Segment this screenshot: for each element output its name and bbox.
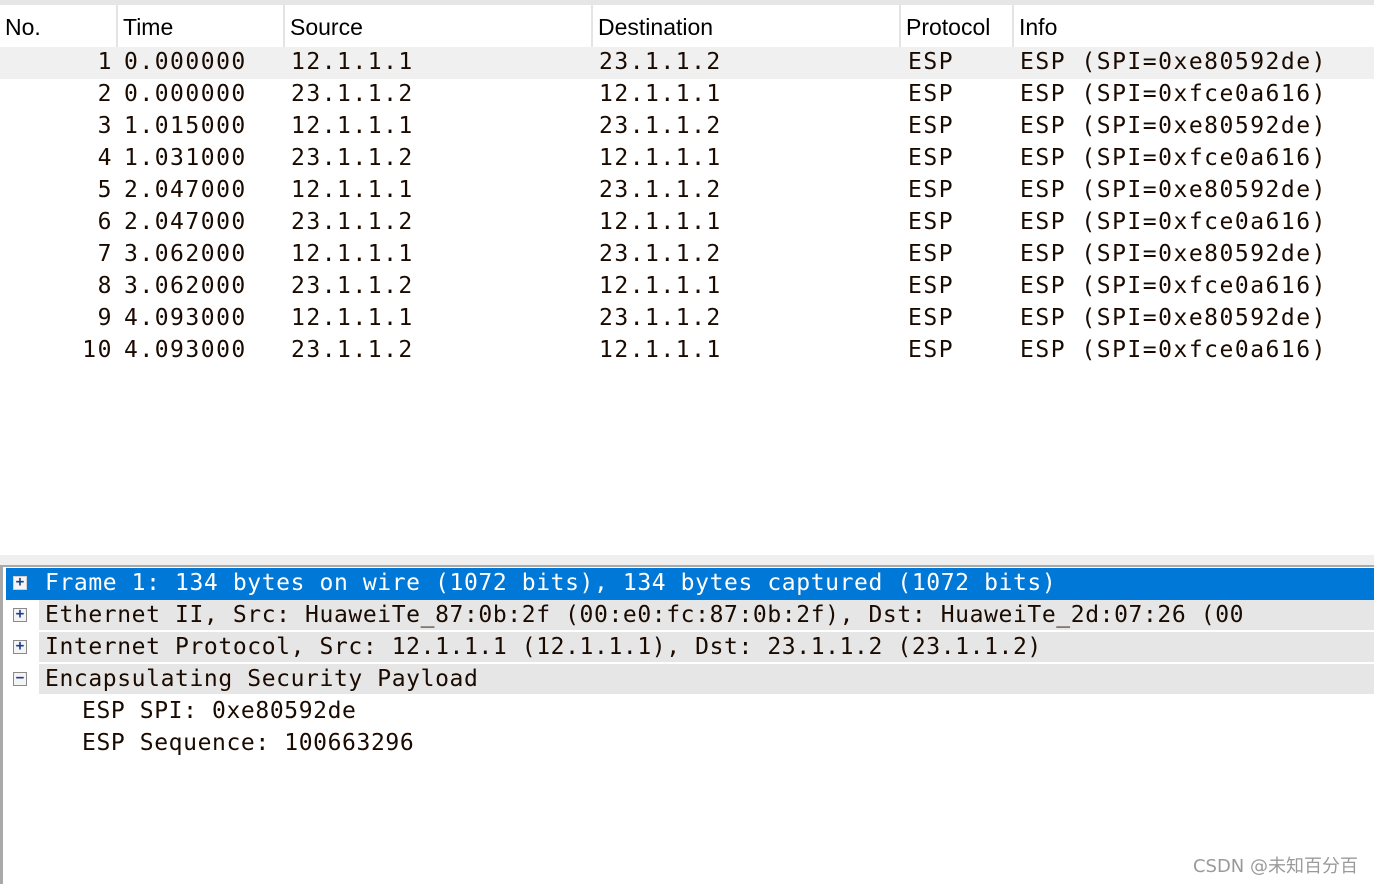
packet-time: 3.062000 [124,273,247,299]
packet-source: 23.1.1.2 [291,337,414,363]
packet-time: 1.015000 [124,113,247,139]
packet-time: 1.031000 [124,145,247,171]
packet-info: ESP (SPI=0xfce0a616) [1020,273,1327,299]
packet-row[interactable]: 4 1.031000 23.1.1.2 12.1.1.1 ESP ESP (SPI=0xf… [0,143,1374,175]
column-header-destination[interactable]: Destination [593,5,901,47]
column-header-protocol[interactable]: Protocol [901,5,1014,47]
packet-row[interactable]: 7 3.062000 12.1.1.1 23.1.1.2 ESP ESP (SPI=0xe… [0,239,1374,271]
packet-destination: 23.1.1.2 [599,305,722,331]
packet-destination: 23.1.1.2 [599,113,722,139]
watermark: CSDN @未知百分百 [1192,856,1358,877]
column-header-no[interactable]: No. [0,5,118,47]
column-header-source[interactable]: Source [285,5,593,47]
detail-label: ESP Sequence: 100663296 [82,730,415,756]
packet-row[interactable]: 5 2.047000 12.1.1.1 23.1.1.2 ESP ESP (SPI=0xe… [0,175,1374,207]
expand-icon[interactable]: + [13,575,27,590]
packet-destination: 12.1.1.1 [599,145,722,171]
packet-destination: 12.1.1.1 [599,209,722,235]
packet-destination: 12.1.1.1 [599,273,722,299]
packet-info: ESP (SPI=0xe80592de) [1020,305,1327,331]
detail-tree-node[interactable]: + Ethernet II, Src: HuaweiTe_87:0b:2f (00… [6,600,1374,632]
packet-info: ESP (SPI=0xe80592de) [1020,177,1327,203]
packet-row[interactable]: 2 0.000000 23.1.1.2 12.1.1.1 ESP ESP (SPI=0xf… [0,79,1374,111]
packet-number: 10 [82,337,113,363]
packet-row[interactable]: 1 0.000000 12.1.1.1 23.1.1.2 ESP ESP (SPI=0xe… [0,47,1374,79]
packet-number: 9 [97,305,113,331]
packet-source: 12.1.1.1 [291,113,414,139]
packet-number: 3 [97,113,113,139]
packet-number: 5 [97,177,113,203]
packet-number: 1 [97,49,113,75]
packet-list-header: No. Time Source Destination Protocol Inf… [0,5,1374,47]
packet-list-pane: No. Time Source Destination Protocol Inf… [0,5,1374,555]
packet-info: ESP (SPI=0xfce0a616) [1020,81,1327,107]
packet-row[interactable]: 6 2.047000 23.1.1.2 12.1.1.1 ESP ESP (SPI=0xf… [0,207,1374,239]
packet-row[interactable]: 9 4.093000 12.1.1.1 23.1.1.2 ESP ESP (SPI=0xe… [0,303,1374,335]
packet-source: 12.1.1.1 [291,49,414,75]
packet-details-pane: + Frame 1: 134 bytes on wire (1072 bits),… [0,567,1374,884]
packet-time: 4.093000 [124,305,247,331]
packet-time: 3.062000 [124,241,247,267]
packet-number: 2 [97,81,113,107]
detail-label: Encapsulating Security Payload [39,664,1374,694]
column-header-time[interactable]: Time [118,5,285,47]
packet-destination: 23.1.1.2 [599,49,722,75]
packet-row[interactable]: 3 1.015000 12.1.1.1 23.1.1.2 ESP ESP (SPI=0xe… [0,111,1374,143]
packet-destination: 23.1.1.2 [599,241,722,267]
packet-number: 8 [97,273,113,299]
expand-icon[interactable]: + [13,639,27,654]
packet-destination: 23.1.1.2 [599,177,722,203]
detail-label: Frame 1: 134 bytes on wire (1072 bits), … [39,568,1374,598]
detail-field[interactable]: ESP Sequence: 100663296 [6,728,1374,760]
packet-protocol: ESP [908,241,955,267]
detail-tree-node[interactable]: + Internet Protocol, Src: 12.1.1.1 (12.1.… [6,632,1374,664]
detail-tree-node[interactable]: + Frame 1: 134 bytes on wire (1072 bits),… [6,568,1374,600]
detail-label: Internet Protocol, Src: 12.1.1.1 (12.1.1… [39,632,1374,662]
packet-protocol: ESP [908,273,955,299]
packet-source: 12.1.1.1 [291,241,414,267]
packet-row[interactable]: 8 3.062000 23.1.1.2 12.1.1.1 ESP ESP (SPI=0xf… [0,271,1374,303]
expand-icon[interactable]: + [13,607,27,622]
packet-source: 23.1.1.2 [291,145,414,171]
packet-number: 4 [97,145,113,171]
pane-splitter[interactable] [0,555,1374,567]
packet-time: 4.093000 [124,337,247,363]
packet-info: ESP (SPI=0xfce0a616) [1020,337,1327,363]
packet-protocol: ESP [908,177,955,203]
packet-source: 12.1.1.1 [291,177,414,203]
packet-info: ESP (SPI=0xfce0a616) [1020,145,1327,171]
packet-protocol: ESP [908,113,955,139]
detail-label: Ethernet II, Src: HuaweiTe_87:0b:2f (00:… [39,600,1374,630]
packet-protocol: ESP [908,81,955,107]
packet-time: 0.000000 [124,81,247,107]
packet-number: 6 [97,209,113,235]
detail-tree-node[interactable]: − Encapsulating Security Payload [6,664,1374,696]
packet-time: 2.047000 [124,177,247,203]
packet-protocol: ESP [908,337,955,363]
packet-protocol: ESP [908,49,955,75]
collapse-icon[interactable]: − [13,671,27,686]
packet-info: ESP (SPI=0xe80592de) [1020,113,1327,139]
packet-destination: 12.1.1.1 [599,81,722,107]
packet-source: 23.1.1.2 [291,209,414,235]
packet-time: 0.000000 [124,49,247,75]
packet-destination: 12.1.1.1 [599,337,722,363]
packet-source: 12.1.1.1 [291,305,414,331]
packet-time: 2.047000 [124,209,247,235]
packet-source: 23.1.1.2 [291,273,414,299]
packet-row[interactable]: 10 4.093000 23.1.1.2 12.1.1.1 ESP ESP (SPI=0x… [0,335,1374,367]
packet-info: ESP (SPI=0xe80592de) [1020,49,1327,75]
packet-source: 23.1.1.2 [291,81,414,107]
packet-protocol: ESP [908,145,955,171]
detail-field[interactable]: ESP SPI: 0xe80592de [6,696,1374,728]
packet-protocol: ESP [908,209,955,235]
packet-info: ESP (SPI=0xfce0a616) [1020,209,1327,235]
packet-number: 7 [97,241,113,267]
column-header-info[interactable]: Info [1014,5,1374,47]
packet-info: ESP (SPI=0xe80592de) [1020,241,1327,267]
packet-protocol: ESP [908,305,955,331]
detail-label: ESP SPI: 0xe80592de [82,698,357,724]
packet-list-rows: 1 0.000000 12.1.1.1 23.1.1.2 ESP ESP (SPI=0xe… [0,47,1374,367]
